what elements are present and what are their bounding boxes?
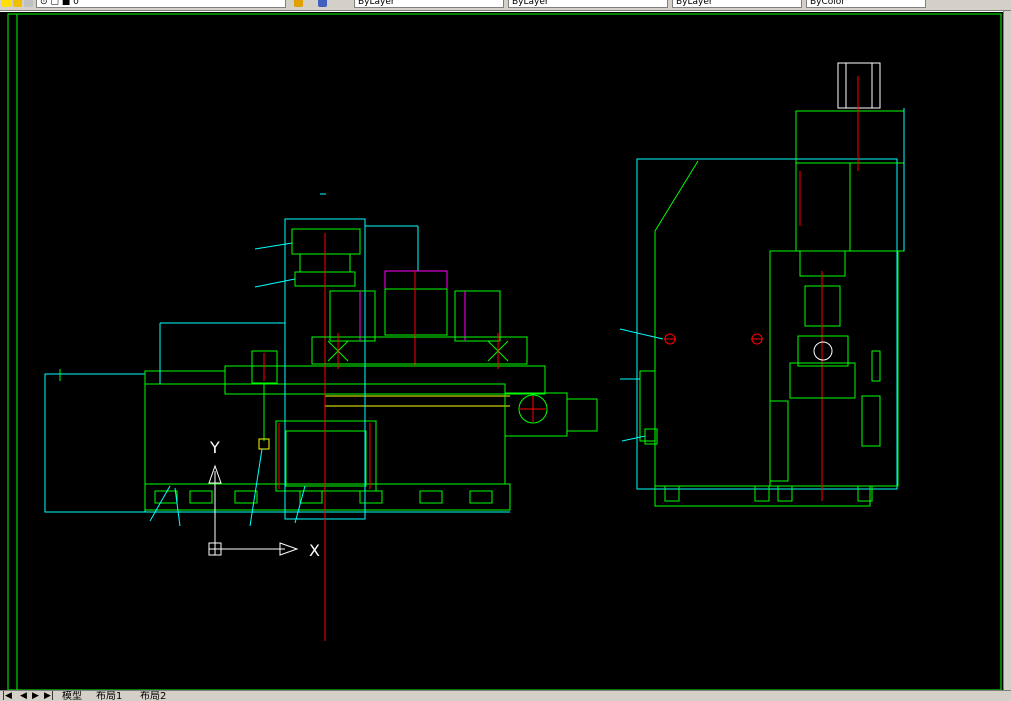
lock-icon[interactable] (24, 0, 33, 7)
lineweight-dropdown[interactable]: ByLayer (672, 0, 802, 8)
sun-icon[interactable] (13, 0, 22, 7)
layer-properties-icon[interactable] (294, 0, 303, 7)
cad-drawing: Y X (7, 13, 1002, 691)
vertical-scrollbar[interactable] (1003, 11, 1011, 690)
side-elevation-view (619, 62, 905, 507)
plotstyle-dropdown[interactable]: ByColor (806, 0, 926, 8)
drawing-canvas[interactable]: Y X (0, 11, 1011, 691)
ucs-y-label: Y (209, 438, 220, 457)
front-elevation-view (44, 193, 598, 641)
layer-dropdown[interactable]: ⊙ ▢ ■ 0 (36, 0, 286, 8)
ucs-x-label: X (309, 541, 320, 560)
layer-previous-icon[interactable] (318, 0, 327, 7)
layout-tabbar: |◀ ◀ ▶ ▶| 模型 布局1 布局2 (0, 690, 1011, 701)
lightbulb-icon[interactable] (2, 0, 11, 7)
properties-toolbar: ⊙ ▢ ■ 0 ByLayer ByLayer ByLayer ByColor (0, 0, 1011, 11)
color-dropdown[interactable]: ByLayer (354, 0, 504, 8)
linetype-dropdown[interactable]: ByLayer (508, 0, 668, 8)
